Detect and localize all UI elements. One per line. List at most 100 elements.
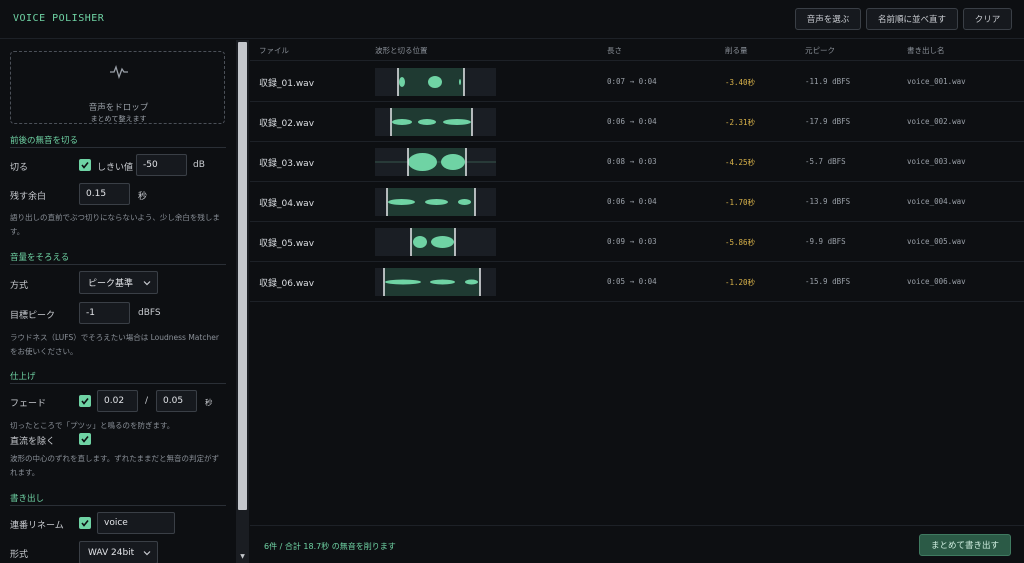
app-header: VOICE POLISHER 音声を選ぶ 名前順に並べ直す クリア — [0, 0, 1024, 39]
table-row[interactable]: 収録_06.wav 0:05 → 0:04 -1.20秒 -15.9 dBFS voic… — [250, 262, 1024, 302]
waveform-segment — [413, 236, 427, 248]
column-header-waveform: 波形と切る位置 — [375, 46, 428, 55]
waveform-icon — [110, 65, 128, 79]
table-row[interactable]: 収録_05.wav 0:09 → 0:03 -5.86秒 -9.9 dBFS voice… — [250, 222, 1024, 262]
waveform-icon — [375, 148, 496, 176]
output-name: voice_004.wav — [907, 197, 966, 206]
fade-in-input[interactable]: 0.02 — [97, 390, 138, 412]
section-divider — [10, 383, 226, 384]
audio-dropzone[interactable]: 音声をドロップ まとめて整えます — [10, 51, 225, 124]
waveform-segment — [388, 199, 415, 205]
cut-marker — [479, 268, 481, 296]
length-value: 0:06 → 0:04 — [607, 197, 657, 206]
file-name: 収録_01.wav — [259, 79, 315, 89]
margin-label: 残す余白 — [10, 192, 47, 202]
waveform-segment — [431, 236, 454, 248]
output-name: voice_001.wav — [907, 77, 966, 86]
trim-help-text: 語り出しの直前でぶつ切りにならないよう、少し余白を残します。 — [10, 213, 220, 236]
section-divider — [10, 147, 226, 148]
cut-marker — [463, 68, 465, 96]
margin-input[interactable]: 0.15 — [79, 183, 130, 205]
export-all-button[interactable]: まとめて書き出す — [919, 534, 1011, 556]
select-audio-button[interactable]: 音声を選ぶ — [795, 8, 861, 30]
column-header-cut: 削る量 — [725, 46, 748, 55]
waveform-preview[interactable] — [375, 228, 496, 256]
check-icon — [81, 162, 89, 169]
fade-separator: / — [145, 396, 149, 406]
rename-prefix-input[interactable]: voice — [97, 512, 175, 534]
table-row[interactable]: 収録_01.wav 0:07 → 0:04 -3.40秒 -11.9 dBFS voic… — [250, 62, 1024, 102]
column-header-file: ファイル — [259, 46, 289, 55]
scroll-down-icon[interactable]: ▼ — [238, 553, 247, 561]
cut-marker — [410, 228, 412, 256]
fade-out-input[interactable]: 0.05 — [156, 390, 197, 412]
summary-text: 6件 / 合計 18.7秒 の無音を削ります — [264, 542, 396, 551]
waveform-segment — [385, 279, 421, 285]
waveform-preview[interactable] — [375, 108, 496, 136]
cut-marker — [397, 68, 399, 96]
format-select-value: WAV 24bit — [88, 547, 135, 558]
table-row[interactable]: 収録_03.wav 0:08 → 0:03 -4.25秒 -5.7 dBFS voice… — [250, 142, 1024, 182]
length-value: 0:05 → 0:04 — [607, 277, 657, 286]
waveform-segment — [443, 119, 471, 125]
waveform-preview[interactable] — [375, 68, 496, 96]
cut-marker — [474, 188, 476, 216]
threshold-label: しきい値 — [97, 163, 134, 173]
volume-section-title: 音量をそろえる — [10, 253, 70, 263]
target-peak-input[interactable]: -1 — [79, 302, 130, 324]
sidebar-scrollbar[interactable]: ▼ — [236, 40, 249, 563]
waveform-segment — [425, 199, 448, 205]
waveform-segment — [430, 279, 455, 285]
finish-section-title: 仕上げ — [10, 372, 36, 382]
output-name: voice_003.wav — [907, 157, 966, 166]
target-peak-label: 目標ピーク — [10, 311, 56, 321]
method-select[interactable]: ピーク基準 — [79, 271, 158, 294]
waveform-preview[interactable] — [375, 188, 496, 216]
check-icon — [81, 520, 89, 527]
section-divider — [10, 264, 226, 265]
threshold-unit: dB — [193, 160, 205, 170]
peak-value: -11.9 dBFS — [805, 77, 851, 86]
margin-unit: 秒 — [138, 192, 148, 202]
cut-marker — [407, 148, 409, 176]
waveform-segment — [465, 279, 478, 285]
check-icon — [81, 436, 89, 443]
dc-checkbox[interactable] — [79, 433, 91, 445]
clear-button[interactable]: クリア — [963, 8, 1012, 30]
peak-value: -13.9 dBFS — [805, 197, 851, 206]
fade-unit: 秒 — [205, 398, 213, 407]
threshold-input[interactable]: -50 — [136, 154, 187, 176]
peak-value: -9.9 dBFS — [805, 237, 846, 246]
cut-marker — [386, 188, 388, 216]
peak-value: -17.9 dBFS — [805, 117, 851, 126]
waveform-icon — [386, 188, 476, 216]
cut-marker — [454, 228, 456, 256]
format-select[interactable]: WAV 24bit — [79, 541, 158, 563]
dc-help-text: 波形の中心のずれを直します。ずれたままだと無音の判定がずれます。 — [10, 454, 220, 477]
chevron-down-icon — [143, 551, 151, 556]
rename-checkbox[interactable] — [79, 517, 91, 529]
method-select-value: ピーク基準 — [88, 279, 134, 289]
table-row[interactable]: 収録_02.wav 0:06 → 0:04 -2.31秒 -17.9 dBFS voic… — [250, 102, 1024, 142]
length-value: 0:09 → 0:03 — [607, 237, 657, 246]
file-name: 収録_06.wav — [259, 279, 315, 289]
table-row[interactable]: 収録_04.wav 0:06 → 0:04 -1.70秒 -13.9 dBFS voic… — [250, 182, 1024, 222]
export-section-title: 書き出し — [10, 494, 45, 504]
waveform-icon — [410, 228, 456, 256]
scrollbar-thumb[interactable] — [238, 42, 247, 510]
peak-value: -15.9 dBFS — [805, 277, 851, 286]
dropzone-label: 音声をドロップ — [88, 103, 149, 113]
file-name: 収録_03.wav — [259, 159, 315, 169]
length-value: 0:08 → 0:03 — [607, 157, 657, 166]
threshold-checkbox[interactable] — [79, 159, 91, 171]
waveform-preview[interactable] — [375, 268, 496, 296]
sort-rename-button[interactable]: 名前順に並べ直す — [866, 8, 958, 30]
cut-amount: -5.86秒 — [725, 238, 756, 247]
file-name: 収録_05.wav — [259, 239, 315, 249]
chevron-down-icon — [143, 281, 151, 286]
waveform-preview[interactable] — [375, 148, 496, 176]
length-value: 0:07 → 0:04 — [607, 77, 657, 86]
cut-amount: -4.25秒 — [725, 158, 756, 167]
fade-checkbox[interactable] — [79, 395, 91, 407]
waveform-segment — [392, 119, 412, 125]
